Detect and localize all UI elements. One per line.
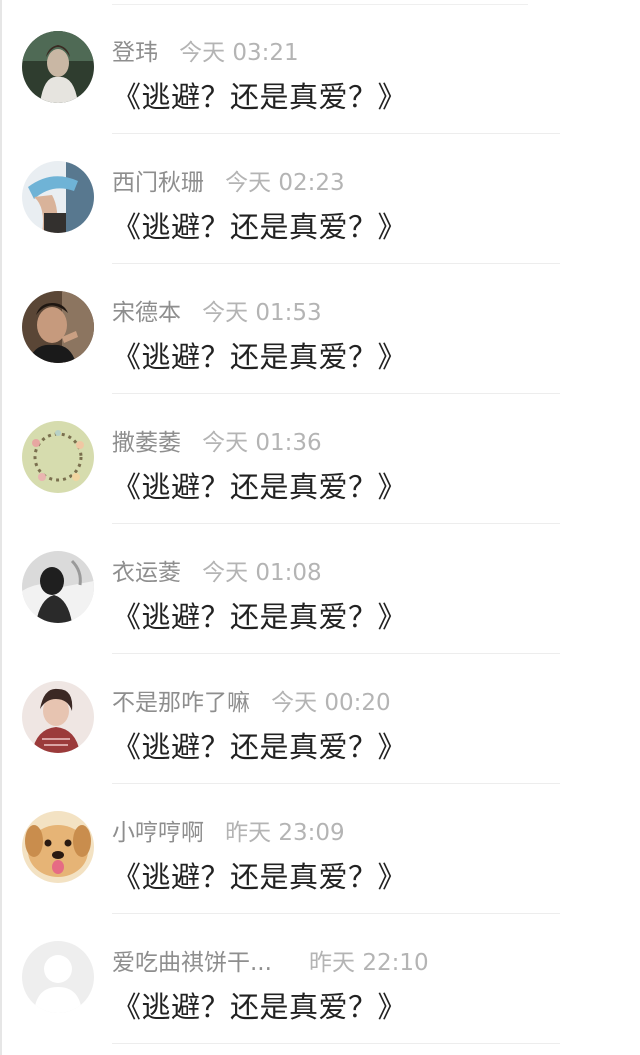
- avatar-icon: [22, 551, 94, 623]
- comment-item[interactable]: 衣运菱 今天 01:08 《逃避？还是真爱？》: [0, 524, 640, 654]
- comment-time: 昨天 22:10: [309, 950, 429, 976]
- comment-text: 《逃避？还是真爱？》: [112, 340, 408, 374]
- comment-item[interactable]: 撒萎萎 今天 01:36 《逃避？还是真爱？》: [0, 394, 640, 524]
- comment-time: 今天 00:20: [271, 690, 391, 716]
- comment-item[interactable]: 登玮 今天 03:21 《逃避？还是真爱？》: [0, 4, 640, 134]
- comment-list-page: 登玮 今天 03:21 《逃避？还是真爱？》 西门秋珊 今天 02:23 《逃避…: [0, 0, 640, 1055]
- comment-item[interactable]: 爱吃曲祺饼干... 昨天 22:10 《逃避？还是真爱？》: [0, 914, 640, 1044]
- comment-text: 《逃避？还是真爱？》: [112, 470, 408, 504]
- comment-item[interactable]: 小哼哼啊 昨天 23:09 《逃避？还是真爱？》: [0, 784, 640, 914]
- commenter-name[interactable]: 小哼哼啊: [112, 820, 204, 846]
- commenter-name[interactable]: 衣运菱: [112, 560, 181, 586]
- avatar-icon: [22, 421, 94, 493]
- comment-text: 《逃避？还是真爱？》: [112, 860, 408, 894]
- avatar-icon: [22, 291, 94, 363]
- comment-text: 《逃避？还是真爱？》: [112, 600, 408, 634]
- comment-text: 《逃避？还是真爱？》: [112, 990, 408, 1024]
- avatar-icon: [22, 31, 94, 103]
- comment-time: 今天 03:21: [179, 40, 299, 66]
- default-avatar-icon: [22, 941, 94, 1013]
- comment-item[interactable]: 宋德本 今天 01:53 《逃避？还是真爱？》: [0, 264, 640, 394]
- divider: [112, 1043, 560, 1044]
- avatar[interactable]: [22, 31, 94, 103]
- avatar[interactable]: [22, 941, 94, 1013]
- avatar[interactable]: [22, 551, 94, 623]
- avatar[interactable]: [22, 161, 94, 233]
- commenter-name[interactable]: 不是那咋了嘛: [112, 690, 250, 716]
- comment-text: 《逃避？还是真爱？》: [112, 80, 408, 114]
- commenter-name[interactable]: 登玮: [112, 40, 158, 66]
- comment-text: 《逃避？还是真爱？》: [112, 210, 408, 244]
- avatar-icon: [22, 811, 94, 883]
- avatar-icon: [22, 681, 94, 753]
- comment-time: 今天 01:53: [202, 300, 322, 326]
- avatar-icon: [22, 161, 94, 233]
- comment-time: 今天 02:23: [225, 170, 345, 196]
- commenter-name[interactable]: 撒萎萎: [112, 430, 181, 456]
- comment-time: 昨天 23:09: [225, 820, 345, 846]
- comment-time: 今天 01:08: [202, 560, 322, 586]
- avatar[interactable]: [22, 291, 94, 363]
- comment-text: 《逃避？还是真爱？》: [112, 730, 408, 764]
- commenter-name[interactable]: 爱吃曲祺饼干...: [112, 950, 272, 976]
- comment-item[interactable]: 西门秋珊 今天 02:23 《逃避？还是真爱？》: [0, 134, 640, 264]
- avatar[interactable]: [22, 421, 94, 493]
- comment-time: 今天 01:36: [202, 430, 322, 456]
- comment-item[interactable]: 不是那咋了嘛 今天 00:20 《逃避？还是真爱？》: [0, 654, 640, 784]
- avatar[interactable]: [22, 811, 94, 883]
- commenter-name[interactable]: 西门秋珊: [112, 170, 204, 196]
- commenter-name[interactable]: 宋德本: [112, 300, 181, 326]
- avatar[interactable]: [22, 681, 94, 753]
